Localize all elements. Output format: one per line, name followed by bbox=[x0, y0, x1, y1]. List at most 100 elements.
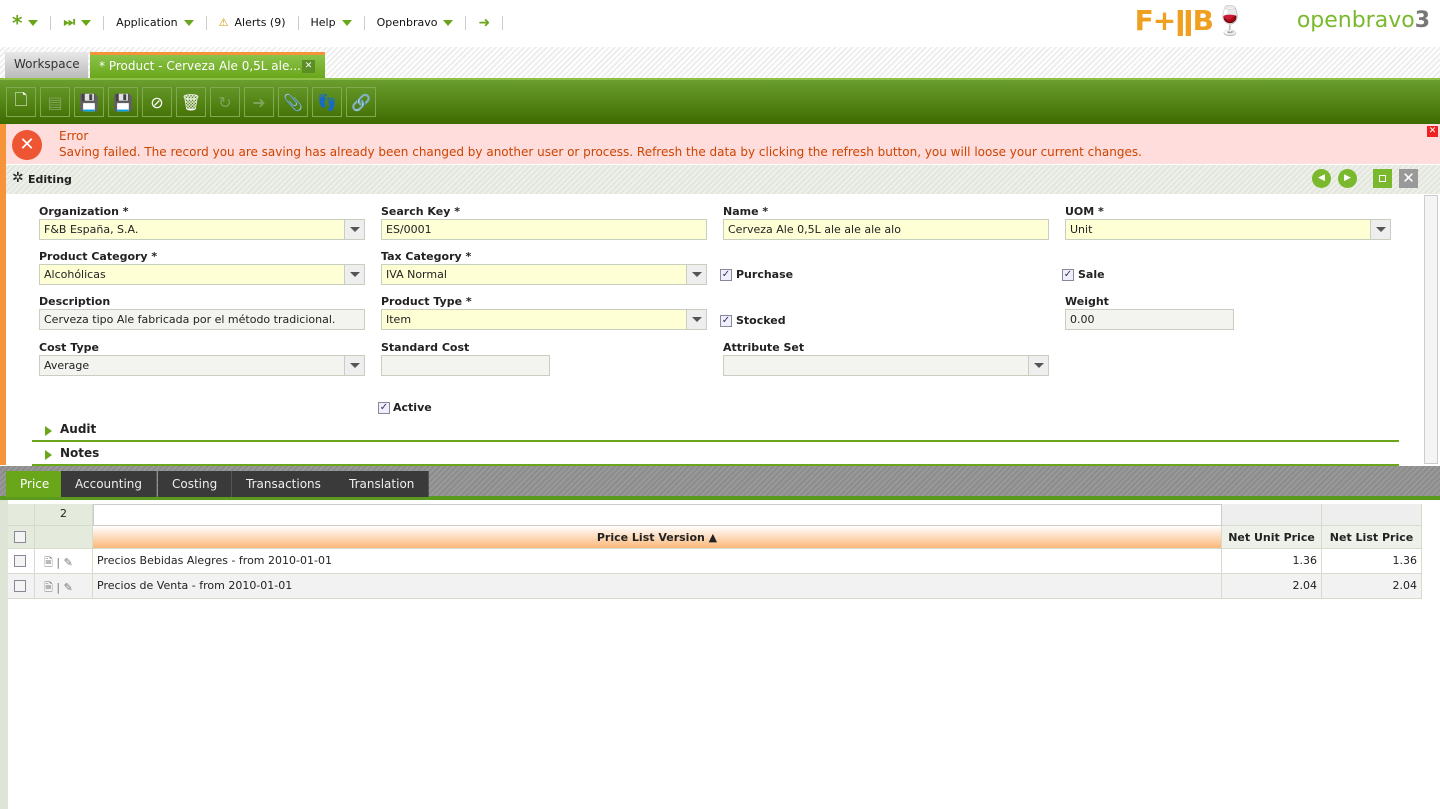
close-error-icon[interactable]: ✕ bbox=[1427, 126, 1438, 137]
close-form-icon[interactable]: ✕ bbox=[1399, 169, 1418, 188]
save-close-icon[interactable]: 💾 bbox=[108, 87, 138, 117]
notes-section[interactable]: Notes bbox=[32, 442, 1399, 466]
tab-product[interactable]: * Product - Cerveza Ale 0,5L ale... ✕ bbox=[90, 52, 325, 78]
close-tab-icon[interactable]: ✕ bbox=[302, 60, 315, 73]
tab-transactions[interactable]: Transactions bbox=[232, 471, 336, 497]
document-icon[interactable]: 🗎 bbox=[44, 556, 53, 569]
filter-net-unit[interactable] bbox=[1222, 504, 1322, 526]
standard-cost-label: Standard Cost bbox=[381, 341, 470, 354]
fb-logo: F+ǁB🍷 bbox=[1134, 4, 1248, 37]
row-checkbox[interactable] bbox=[14, 580, 26, 592]
user-menu[interactable]: Openbravo bbox=[377, 16, 454, 29]
stocked-checkbox[interactable]: ✓ bbox=[720, 315, 732, 327]
tab-price[interactable]: Price bbox=[6, 471, 65, 497]
error-icon: ✕ bbox=[12, 130, 42, 160]
tax-category-label: Tax Category * bbox=[381, 250, 472, 263]
record-count: 2 bbox=[35, 504, 93, 526]
select-all-cell bbox=[8, 526, 35, 549]
alerts-link[interactable]: ⚠ Alerts (9) bbox=[219, 16, 286, 29]
attachment-icon[interactable]: 📎 bbox=[278, 87, 308, 117]
organization-field[interactable]: F&B España, S.A. bbox=[39, 219, 365, 240]
undo-icon[interactable]: ⊘ bbox=[142, 87, 172, 117]
cost-type-value: Average bbox=[44, 359, 90, 372]
uom-label: UOM * bbox=[1065, 205, 1104, 218]
purchase-checkbox[interactable]: ✓ bbox=[720, 269, 732, 281]
uom-value: Unit bbox=[1070, 223, 1093, 236]
chevron-down-icon[interactable] bbox=[686, 265, 706, 284]
chevron-down-icon[interactable] bbox=[1028, 356, 1048, 375]
chevron-down-icon[interactable] bbox=[344, 265, 364, 284]
pencil-icon[interactable]: ✎ bbox=[64, 556, 73, 569]
child-tabs: Price Accounting Costing Transactions Tr… bbox=[0, 466, 1440, 500]
tax-category-field[interactable]: IVA Normal bbox=[381, 264, 707, 285]
description-label: Description bbox=[39, 295, 111, 308]
quick-launch-menu[interactable]: ⏭ bbox=[63, 15, 92, 30]
net-list-price: 1.36 bbox=[1322, 549, 1422, 574]
previous-record-icon[interactable]: ◀ bbox=[1312, 169, 1331, 188]
uom-field[interactable]: Unit bbox=[1065, 219, 1391, 240]
document-icon[interactable]: 🗎 bbox=[44, 581, 53, 594]
pencil-icon[interactable]: ✎ bbox=[64, 581, 73, 594]
cost-type-field[interactable]: Average bbox=[39, 355, 365, 376]
net-unit-price: 2.04 bbox=[1222, 574, 1322, 599]
save-icon[interactable]: 💾 bbox=[74, 87, 104, 117]
form-scrollbar[interactable] bbox=[1424, 195, 1438, 464]
standard-cost-field[interactable] bbox=[381, 355, 550, 376]
footprints-icon[interactable]: 👣 bbox=[312, 87, 342, 117]
logout-button[interactable]: ➜ bbox=[478, 15, 490, 31]
application-menu[interactable]: Application bbox=[116, 16, 194, 29]
tab-translation[interactable]: Translation bbox=[335, 471, 430, 497]
chevron-down-icon[interactable] bbox=[344, 356, 364, 375]
audit-section[interactable]: Audit bbox=[32, 418, 1399, 442]
column-price-list-version[interactable]: Price List Version ▲ bbox=[93, 526, 1222, 549]
tab-workspace[interactable]: Workspace bbox=[5, 52, 88, 78]
help-menu[interactable]: Help bbox=[311, 16, 352, 29]
logos: F+ǁB🍷 openbravo3 bbox=[1135, 4, 1430, 37]
attribute-set-field[interactable] bbox=[723, 355, 1049, 376]
delete-icon[interactable]: 🗑 bbox=[176, 87, 206, 117]
chevron-down-icon[interactable] bbox=[1370, 220, 1390, 239]
product-category-value: Alcohólicas bbox=[44, 268, 106, 281]
form-view-icon[interactable]: ▤ bbox=[40, 87, 70, 117]
application-label: Application bbox=[116, 16, 178, 29]
search-key-label: Search Key * bbox=[381, 205, 460, 218]
sale-checkbox[interactable]: ✓ bbox=[1062, 269, 1074, 281]
name-field[interactable]: Cerveza Ale 0,5L ale ale ale alo bbox=[723, 219, 1049, 240]
select-all-checkbox[interactable] bbox=[14, 531, 26, 543]
quick-create-menu[interactable]: * bbox=[12, 11, 39, 35]
editing-header: ✲ Editing ◀ ▶ ✕ bbox=[6, 165, 1440, 194]
error-title: Error bbox=[59, 129, 89, 143]
chevron-down-icon[interactable] bbox=[344, 220, 364, 239]
filter-input[interactable] bbox=[93, 504, 1222, 526]
price-list-version: Precios Bebidas Alegres - from 2010-01-0… bbox=[93, 549, 1222, 574]
net-list-price: 2.04 bbox=[1322, 574, 1422, 599]
purchase-label: Purchase bbox=[736, 268, 794, 281]
product-category-field[interactable]: Alcohólicas bbox=[39, 264, 365, 285]
help-label: Help bbox=[310, 16, 336, 29]
link-icon[interactable]: 🔗 bbox=[346, 87, 376, 117]
column-net-list-price[interactable]: Net List Price bbox=[1322, 526, 1422, 549]
filter-net-list[interactable] bbox=[1322, 504, 1422, 526]
column-net-unit-price[interactable]: Net Unit Price bbox=[1222, 526, 1322, 549]
refresh-icon[interactable]: ↻ bbox=[210, 87, 240, 117]
stocked-label: Stocked bbox=[736, 314, 786, 327]
row-checkbox[interactable] bbox=[14, 555, 26, 567]
description-field[interactable]: Cerveza tipo Ale fabricada por el método… bbox=[39, 309, 365, 330]
header-blank bbox=[35, 526, 93, 549]
tab-accounting[interactable]: Accounting bbox=[61, 471, 158, 497]
weight-field[interactable]: 0.00 bbox=[1065, 309, 1234, 330]
weight-label: Weight bbox=[1065, 295, 1109, 308]
export-icon[interactable]: ➜ bbox=[244, 87, 274, 117]
tax-category-value: IVA Normal bbox=[386, 268, 447, 281]
maximize-icon[interactable] bbox=[1373, 169, 1392, 188]
new-document-icon[interactable]: 🗋 bbox=[6, 87, 36, 117]
active-checkbox[interactable]: ✓ bbox=[378, 402, 390, 414]
tab-costing[interactable]: Costing bbox=[158, 471, 233, 497]
net-unit-price: 1.36 bbox=[1222, 549, 1322, 574]
next-record-icon[interactable]: ▶ bbox=[1338, 169, 1357, 188]
chevron-down-icon[interactable] bbox=[686, 310, 706, 329]
search-key-field[interactable]: ES/0001 bbox=[381, 219, 707, 240]
product-type-field[interactable]: Item bbox=[381, 309, 707, 330]
attribute-set-label: Attribute Set bbox=[723, 341, 805, 354]
user-label: Openbravo bbox=[376, 16, 438, 29]
